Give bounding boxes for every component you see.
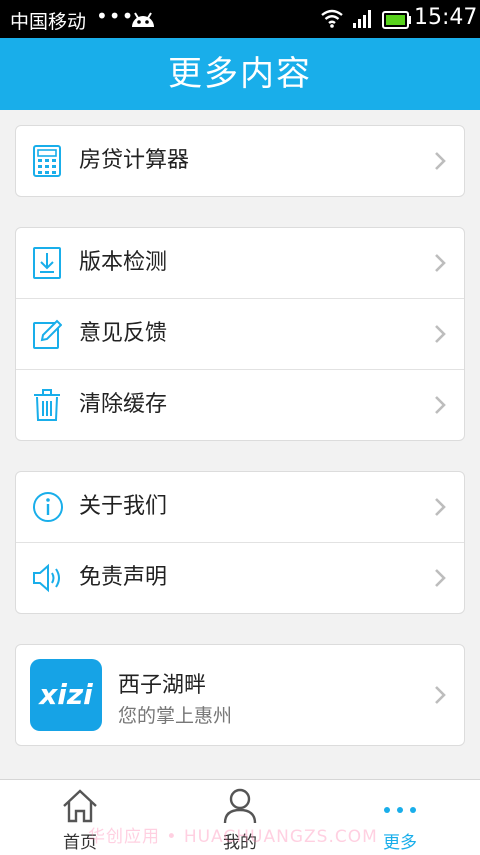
tab-mine-label: 我的 <box>223 833 257 853</box>
chevron-right-icon <box>434 497 446 517</box>
android-icon <box>129 9 157 33</box>
tools-card: 房贷计算器 <box>15 125 465 197</box>
app-name: 西子湖畔 <box>118 673 207 698</box>
more-dots-icon <box>382 788 418 824</box>
home-icon <box>62 788 98 824</box>
xizi-app-item[interactable]: xizi 西子湖畔 您的掌上惠州 <box>16 645 464 745</box>
about-us-item[interactable]: 关于我们 <box>16 472 464 543</box>
mortgage-calculator-label: 房贷计算器 <box>79 148 190 173</box>
page-title: 更多内容 <box>0 38 480 110</box>
info-icon <box>32 491 63 523</box>
chevron-right-icon <box>434 324 446 344</box>
mortgage-calculator-item[interactable]: 房贷计算器 <box>16 126 464 196</box>
clear-cache-label: 清除缓存 <box>79 392 168 417</box>
tab-home-label: 首页 <box>63 833 97 853</box>
chevron-right-icon <box>434 151 446 171</box>
trash-icon <box>32 389 62 421</box>
signal-icon <box>352 9 374 33</box>
chevron-right-icon <box>434 253 446 273</box>
feedback-item[interactable]: 意见反馈 <box>16 299 464 370</box>
wifi-icon <box>320 8 344 32</box>
chevron-right-icon <box>434 395 446 415</box>
promo-app-card: xizi 西子湖畔 您的掌上惠州 <box>15 644 465 746</box>
clear-cache-item[interactable]: 清除缓存 <box>16 370 464 440</box>
speaker-icon <box>32 562 62 594</box>
chevron-right-icon <box>434 568 446 588</box>
disclaimer-item[interactable]: 免责声明 <box>16 543 464 613</box>
download-icon <box>32 247 62 279</box>
carrier-name: 中国移动 <box>10 11 87 33</box>
clock: 15:47 <box>414 5 478 30</box>
user-icon <box>222 788 258 824</box>
tab-more[interactable]: 更多 <box>320 780 480 855</box>
tab-more-label: 更多 <box>383 833 417 853</box>
tab-home[interactable]: 首页 <box>0 780 160 855</box>
xizi-app-logo: xizi <box>30 659 102 731</box>
status-bar: 中国移动 ••• 15:47 <box>0 0 480 38</box>
chevron-right-icon <box>434 685 446 705</box>
battery-icon <box>382 11 412 33</box>
version-check-label: 版本检测 <box>79 250 168 275</box>
calculator-icon <box>32 145 62 177</box>
disclaimer-label: 免责声明 <box>79 565 168 590</box>
edit-pencil-icon <box>32 318 63 350</box>
tab-mine[interactable]: 我的 <box>160 780 320 855</box>
info-card: 关于我们 免责声明 <box>15 471 465 614</box>
about-us-label: 关于我们 <box>79 494 168 519</box>
feedback-label: 意见反馈 <box>79 321 168 346</box>
version-check-item[interactable]: 版本检测 <box>16 228 464 299</box>
bottom-tab-bar: 首页 我的 更多 <box>0 779 480 855</box>
app-settings-card: 版本检测 意见反馈 清除缓存 <box>15 227 465 441</box>
app-slogan: 您的掌上惠州 <box>118 705 233 727</box>
